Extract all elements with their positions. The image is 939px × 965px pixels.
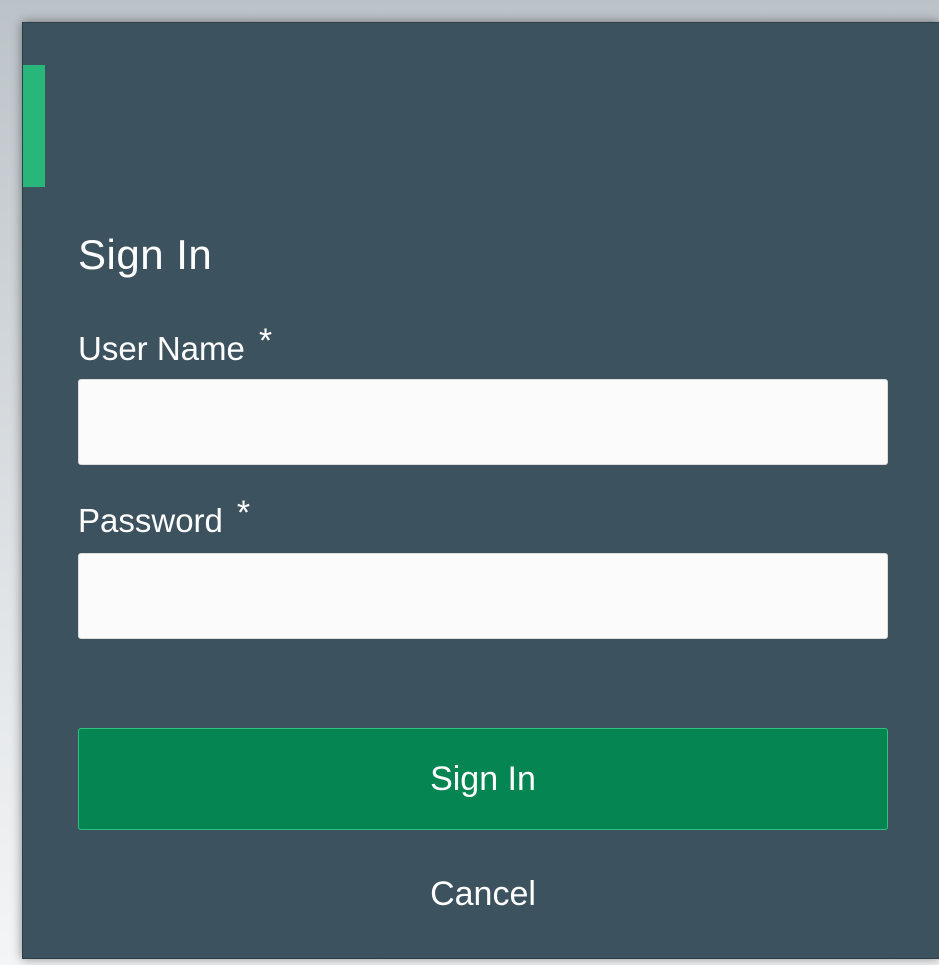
username-required-marker: * bbox=[258, 322, 273, 360]
username-label: User Name * bbox=[78, 322, 272, 371]
username-label-text: User Name bbox=[78, 330, 245, 367]
sign-in-button[interactable]: Sign In bbox=[78, 728, 888, 830]
sign-in-dialog: Sign In User Name * Password * Sign In Can… bbox=[22, 22, 939, 959]
password-label-text: Password bbox=[78, 502, 223, 539]
dialog-title: Sign In bbox=[78, 231, 213, 278]
accent-bar bbox=[23, 65, 45, 187]
password-input[interactable] bbox=[78, 553, 888, 639]
username-input[interactable] bbox=[78, 379, 888, 465]
cancel-link[interactable]: Cancel bbox=[78, 869, 888, 919]
password-label: Password * bbox=[78, 494, 250, 543]
password-required-marker: * bbox=[236, 494, 251, 532]
